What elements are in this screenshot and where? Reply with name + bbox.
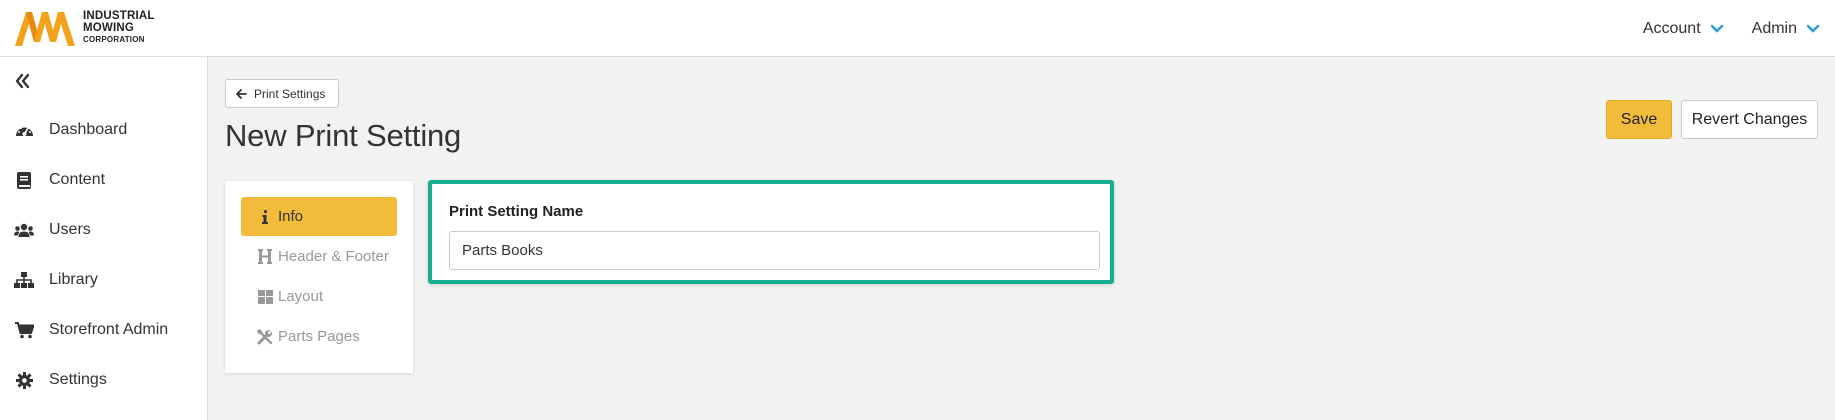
- sitemap-icon: [14, 271, 34, 289]
- brand-line-1: INDUSTRIAL: [83, 10, 155, 22]
- sidebar-item-storefront-admin[interactable]: Storefront Admin: [14, 315, 168, 345]
- sidebar-item-label: Dashboard: [49, 121, 128, 138]
- tools-icon: [257, 328, 273, 345]
- revert-changes-button[interactable]: Revert Changes: [1681, 100, 1818, 139]
- print-setting-name-input[interactable]: [449, 231, 1100, 270]
- page-title: New Print Setting: [225, 118, 462, 153]
- sidebar-item-label: Storefront Admin: [49, 321, 169, 338]
- collapse-sidebar-icon[interactable]: [13, 72, 31, 90]
- tab-label: Header & Footer: [278, 248, 389, 265]
- tab-layout[interactable]: Layout: [241, 277, 397, 316]
- header-icon: [257, 249, 273, 265]
- admin-menu[interactable]: Admin: [1752, 20, 1820, 38]
- users-icon: [14, 221, 34, 239]
- tab-parts-pages[interactable]: Parts Pages: [241, 317, 397, 356]
- logo-mark-icon: [15, 12, 75, 46]
- account-menu-label: Account: [1642, 19, 1701, 37]
- layout-grid-icon: [257, 289, 273, 305]
- chevron-down-icon: [1710, 24, 1723, 33]
- info-icon: [257, 209, 273, 225]
- brand-logo[interactable]: INDUSTRIAL MOWING CORPORATION: [13, 8, 155, 48]
- sidebar-item-label: Users: [49, 221, 91, 238]
- gear-icon: [14, 371, 34, 389]
- tab-info[interactable]: Info: [241, 197, 397, 236]
- sidebar-item-label: Settings: [49, 371, 107, 388]
- brand-line-2: MOWING: [83, 22, 135, 34]
- sidebar: Dashboard Content Users Library Storefro…: [0, 57, 208, 420]
- tab-header-footer[interactable]: Header & Footer: [241, 237, 397, 276]
- book-icon: [14, 171, 34, 189]
- save-button[interactable]: Save: [1606, 100, 1672, 139]
- sidebar-item-library[interactable]: Library: [14, 265, 98, 295]
- info-form-panel: Print Setting Name: [428, 180, 1114, 284]
- back-button-label: Print Settings: [254, 86, 326, 101]
- tab-label: Parts Pages: [278, 328, 360, 345]
- print-setting-name-label: Print Setting Name: [449, 203, 584, 220]
- back-to-print-settings-button[interactable]: Print Settings: [225, 79, 340, 108]
- sidebar-item-settings[interactable]: Settings: [14, 365, 107, 395]
- tab-label: Layout: [278, 288, 324, 305]
- cart-icon: [14, 321, 34, 339]
- sidebar-item-label: Content: [49, 171, 106, 188]
- brand-name: INDUSTRIAL MOWING CORPORATION: [83, 10, 155, 46]
- top-nav: Account Admin: [1643, 0, 1820, 57]
- chevron-down-icon: [1806, 24, 1820, 33]
- top-header: INDUSTRIAL MOWING CORPORATION Account Ad…: [0, 0, 1835, 57]
- tab-label: Info: [278, 208, 304, 225]
- sidebar-item-dashboard[interactable]: Dashboard: [14, 115, 127, 145]
- arrow-left-icon: [236, 88, 247, 99]
- sidebar-item-content[interactable]: Content: [14, 165, 105, 195]
- account-menu[interactable]: Account: [1643, 20, 1724, 38]
- sidebar-item-users[interactable]: Users: [14, 215, 91, 245]
- brand-line-3: CORPORATION: [83, 35, 145, 44]
- settings-tabs: Info Header & Footer Layout Parts Pages: [225, 181, 413, 373]
- admin-menu-label: Admin: [1751, 19, 1797, 37]
- sidebar-item-label: Library: [49, 271, 98, 288]
- tachometer-icon: [14, 121, 34, 139]
